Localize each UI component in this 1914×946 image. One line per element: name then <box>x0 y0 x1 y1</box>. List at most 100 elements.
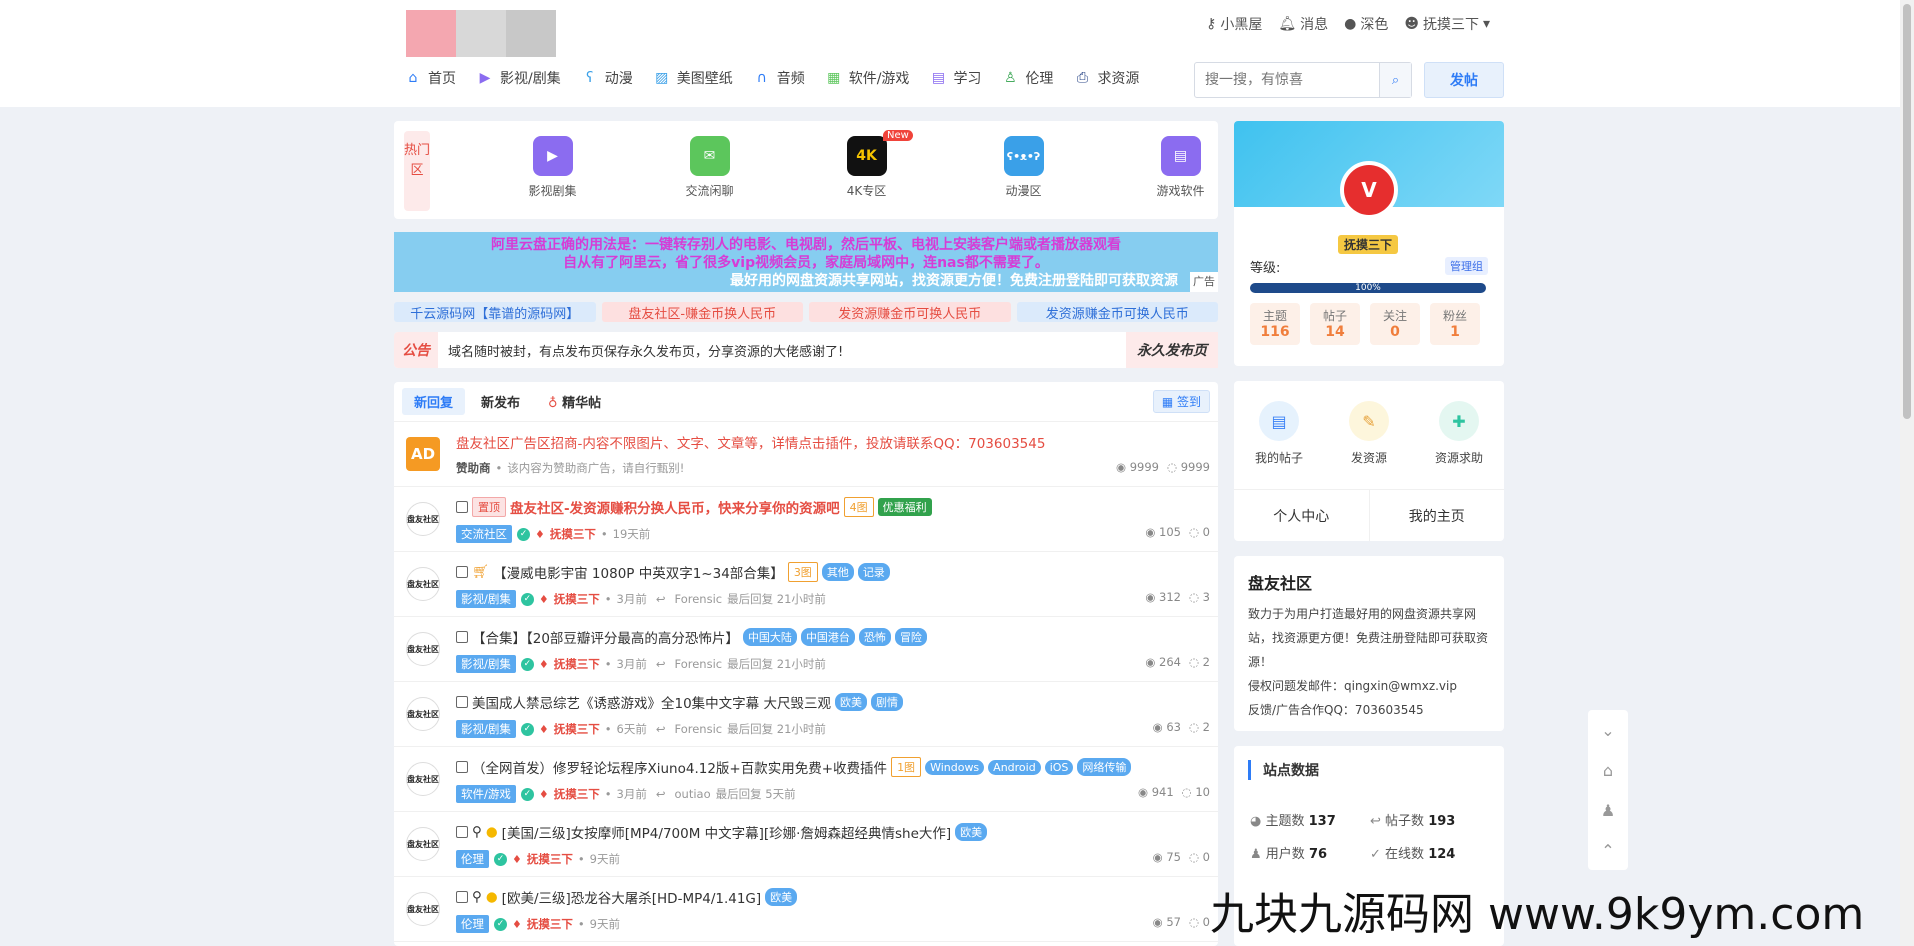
forum-badge[interactable]: 影视/剧集 <box>456 590 516 608</box>
hot-item-3[interactable]: ʕ•ᴥ•ʔ 动漫区 <box>945 136 1102 199</box>
ad-thread-title[interactable]: 盘友社区广告区招商-内容不限图片、文字、文章等，详情点击插件，投放请联系QQ：7… <box>456 432 1045 452</box>
last-replier[interactable]: outiao <box>675 787 711 801</box>
messages-link[interactable]: 🔔︎ 消息 <box>1278 14 1328 34</box>
thread-title[interactable]: 置顶 盘友社区-发资源赚积分换人民币，快来分享你的资源吧 4图 优惠福利 <box>456 497 932 517</box>
search-button[interactable]: ⌕ <box>1379 63 1411 97</box>
site-logo[interactable] <box>406 10 556 57</box>
thread-checkbox[interactable] <box>456 566 468 578</box>
sponsor-link-0[interactable]: 千云源码网【靠谱的源码网】 <box>394 302 596 322</box>
tab-new-replies[interactable]: 新回复 <box>402 388 466 415</box>
profile-stat[interactable]: 主题 116 <box>1250 303 1300 345</box>
sponsor-link-1[interactable]: 盘友社区-赚金币换人民币 <box>601 302 803 322</box>
sign-in-button[interactable]: ▦ 签到 <box>1152 390 1210 413</box>
tag-badge[interactable]: 网络传输 <box>1077 758 1132 776</box>
tag-badge[interactable]: 剧情 <box>870 693 903 711</box>
thread-checkbox[interactable] <box>456 696 468 708</box>
forum-badge[interactable]: 伦理 <box>456 850 489 868</box>
forum-badge[interactable]: 交流社区 <box>456 525 512 543</box>
home-icon[interactable]: ⌂ <box>1603 761 1613 780</box>
tag-badge[interactable]: 欧美 <box>955 823 988 841</box>
thread-title[interactable]: （全网首发）修罗轻论坛程序Xiuno4.12版+百款实用免费+收费插件 1图 Win… <box>456 757 1132 777</box>
hot-item-2[interactable]: 4K New 4K专区 <box>788 130 945 199</box>
thread-checkbox[interactable] <box>456 761 468 773</box>
tag-badge[interactable]: 中国港台 <box>800 628 855 646</box>
profile-stat[interactable]: 帖子 14 <box>1310 303 1360 345</box>
profile-stat[interactable]: 关注 0 <box>1370 303 1420 345</box>
last-replier[interactable]: Forensic <box>675 657 723 671</box>
table-row[interactable]: 盘友社区 置顶 盘友社区-发资源赚积分换人民币，快来分享你的资源吧 4图 优惠福利 交流社… <box>394 487 1218 552</box>
last-replier[interactable]: Forensic <box>675 592 723 606</box>
table-row[interactable]: 盘友社区 美国成人禁忌综艺《诱惑游戏》全10集中文字幕 大尺毁三观 欧美 剧情 影视/剧… <box>394 682 1218 747</box>
forum-badge[interactable]: 伦理 <box>456 915 489 933</box>
search-input[interactable] <box>1195 63 1379 97</box>
nav-item-4[interactable]: ∩ 音频 <box>753 68 805 88</box>
thread-checkbox[interactable] <box>456 631 468 643</box>
forum-badge[interactable]: 软件/游戏 <box>456 785 516 803</box>
author-name[interactable]: 抚摸三下 <box>554 786 600 802</box>
nav-item-5[interactable]: ▦ 软件/游戏 <box>825 68 909 88</box>
author-name[interactable]: 抚摸三下 <box>527 851 573 867</box>
nav-item-0[interactable]: ⌂ 首页 <box>404 68 456 88</box>
action-2[interactable]: ✚ 资源求助 <box>1419 401 1499 466</box>
avatar[interactable]: 盘友社区 <box>406 632 440 666</box>
thread-title[interactable]: 美国成人禁忌综艺《诱惑游戏》全10集中文字幕 大尺毁三观 欧美 剧情 <box>456 692 903 712</box>
author-name[interactable]: 抚摸三下 <box>554 656 600 672</box>
nav-item-3[interactable]: ▨ 美图壁纸 <box>653 68 733 88</box>
last-replier[interactable]: Forensic <box>675 722 723 736</box>
permanent-page-link[interactable]: 永久发布页 <box>1126 332 1218 368</box>
table-row[interactable]: 盘友社区 ⚲ ● [欧美/三级]恐龙谷大屠杀[HD-MP4/1.41G] 欧美 伦理 ✓ ♦ 抚… <box>394 877 1218 942</box>
author-name[interactable]: 抚摸三下 <box>554 591 600 607</box>
tag-badge[interactable]: 优惠福利 <box>877 498 932 516</box>
my-home-link[interactable]: 我的主页 <box>1370 490 1505 541</box>
qq-icon[interactable]: ♟ <box>1601 801 1615 820</box>
table-row[interactable]: 盘友社区 （全网首发）修罗轻论坛程序Xiuno4.12版+百款实用免费+收费插件 1… <box>394 747 1218 812</box>
tag-badge[interactable]: Windows <box>925 759 985 775</box>
forum-badge[interactable]: 影视/剧集 <box>456 655 516 673</box>
tag-badge[interactable]: 其他 <box>821 563 854 581</box>
tag-badge[interactable]: Android <box>988 759 1041 775</box>
avatar[interactable]: 盘友社区 <box>406 697 440 731</box>
profile-stat[interactable]: 粉丝 1 <box>1430 303 1480 345</box>
nav-item-2[interactable]: ʕ 动漫 <box>581 68 633 88</box>
tab-featured[interactable]: ♁ 精华帖 <box>536 388 613 415</box>
avatar[interactable]: 盘友社区 <box>406 567 440 601</box>
ad-thread-row[interactable]: AD 盘友社区广告区招商-内容不限图片、文字、文章等，详情点击插件，投放请联系Q… <box>394 422 1218 487</box>
theme-toggle[interactable]: ● 深色 <box>1344 14 1388 34</box>
profile-avatar[interactable]: V <box>1340 161 1398 219</box>
chevron-down-icon[interactable]: ⌄ <box>1601 721 1614 740</box>
author-name[interactable]: 抚摸三下 <box>554 721 600 737</box>
nav-item-1[interactable]: ▶ 影视/剧集 <box>476 68 561 88</box>
table-row[interactable]: 盘友社区 🛒︎ 【漫威电影宇宙 1080P 中英双字1~34部合集】 3图 其他 记录 影视… <box>394 552 1218 617</box>
thread-title[interactable]: 【合集】【20部豆瓣评分最高的高分恐怖片】 中国大陆 中国港台 恐怖 冒险 <box>456 627 927 647</box>
nav-item-7[interactable]: ♙ 伦理 <box>1001 68 1053 88</box>
thread-title[interactable]: 🛒︎ 【漫威电影宇宙 1080P 中英双字1~34部合集】 3图 其他 记录 <box>456 562 890 582</box>
action-0[interactable]: ▤ 我的帖子 <box>1239 401 1319 466</box>
table-row[interactable]: 盘友社区 ⚲ ● [美国/三级]女按摩师[MP4/700M 中文字幕][珍娜·詹姆森超… <box>394 812 1218 877</box>
tag-badge[interactable]: 中国大陆 <box>742 628 797 646</box>
ad-banner[interactable]: 阿里云盘正确的用法是：一键转存别人的电影、电视剧，然后平板、电视上安装客户端或者… <box>394 232 1218 292</box>
author-name[interactable]: 抚摸三下 <box>527 916 573 932</box>
nav-item-8[interactable]: ⎙ 求资源 <box>1073 68 1140 88</box>
page-scrollbar[interactable] <box>1900 0 1914 946</box>
sponsor-link-2[interactable]: 发资源赚金币可换人民币 <box>809 302 1011 322</box>
thread-checkbox[interactable] <box>456 826 468 838</box>
hot-item-0[interactable]: ▶ 影视剧集 <box>474 136 631 199</box>
avatar[interactable]: 盘友社区 <box>406 892 440 926</box>
user-tool-link[interactable]: ⚷ 小黑屋 <box>1206 14 1262 34</box>
avatar[interactable]: 盘友社区 <box>406 502 440 536</box>
sponsor-link-3[interactable]: 发资源赚金币可换人民币 <box>1016 302 1218 322</box>
personal-center-link[interactable]: 个人中心 <box>1234 490 1370 541</box>
chevron-up-icon[interactable]: ⌃ <box>1601 841 1614 860</box>
thread-checkbox[interactable] <box>456 501 468 513</box>
tag-badge[interactable]: 冒险 <box>894 628 927 646</box>
action-1[interactable]: ✎ 发资源 <box>1329 401 1409 466</box>
tag-badge[interactable]: 恐怖 <box>858 628 891 646</box>
avatar[interactable]: 盘友社区 <box>406 762 440 796</box>
forum-badge[interactable]: 影视/剧集 <box>456 720 516 738</box>
table-row[interactable]: 盘友社区 【合集】【20部豆瓣评分最高的高分恐怖片】 中国大陆 中国港台 恐怖 冒险 影视/… <box>394 617 1218 682</box>
thread-title[interactable]: ⚲ ● [欧美/三级]恐龙谷大屠杀[HD-MP4/1.41G] 欧美 <box>456 887 798 907</box>
nav-item-6[interactable]: ▤ 学习 <box>929 68 982 88</box>
hot-item-1[interactable]: ✉ 交流闲聊 <box>631 136 788 199</box>
thread-title[interactable]: ⚲ ● [美国/三级]女按摩师[MP4/700M 中文字幕][珍娜·詹姆森超经典情s… <box>456 822 988 842</box>
tag-badge[interactable]: 记录 <box>857 563 890 581</box>
